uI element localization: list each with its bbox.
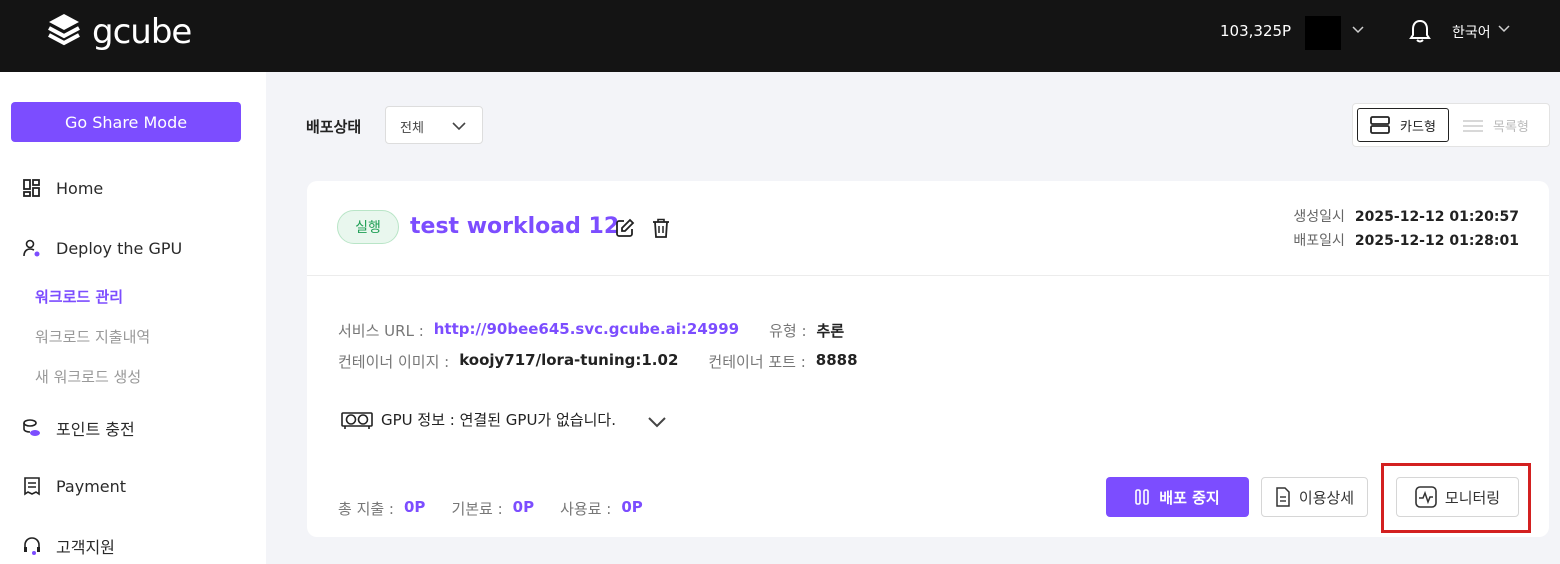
chevron-down-icon[interactable] (647, 413, 667, 432)
points-balance: 103,325P (1220, 22, 1292, 40)
created-value: 2025-12-12 01:20:57 (1354, 209, 1519, 225)
stop-deploy-button[interactable]: 배포 중지 (1106, 477, 1249, 517)
deployed-label: 배포일시 (1293, 233, 1345, 249)
gpu-info-text: GPU 정보 : 연결된 GPU가 없습니다. (381, 411, 616, 429)
container-port-label: 컨테이너 포트 : (708, 353, 806, 371)
container-info-row: 컨테이너 이미지 : koojy717/lora-tuning:1.02 컨테이… (338, 351, 858, 372)
trash-icon[interactable] (652, 218, 670, 242)
base-cost-label: 기본료 : (451, 500, 503, 518)
logo[interactable]: gcube (46, 12, 192, 52)
container-image-label: 컨테이너 이미지 : (338, 353, 450, 371)
sidebar-item-deploy-gpu[interactable]: Deploy the GPU (22, 238, 182, 258)
total-cost-label: 총 지출 : (338, 500, 394, 518)
grid-icon (23, 179, 40, 197)
list-view-label: 목록형 (1493, 120, 1529, 135)
headset-icon (24, 537, 40, 555)
chevron-down-icon[interactable] (1498, 22, 1510, 37)
monitoring-button[interactable]: 모니터링 (1396, 477, 1519, 517)
cost-summary: 총 지출 : 0P 기본료 : 0P 사용료 : 0P (338, 498, 669, 519)
user-gear-icon (23, 239, 40, 257)
gcube-logo-icon (48, 14, 80, 46)
stop-deploy-label: 배포 중지 (1159, 488, 1220, 507)
sidebar-item-label: Deploy the GPU (56, 238, 183, 258)
usage-cost-value: 0P (621, 498, 643, 516)
pause-icon (1135, 489, 1150, 505)
receipt-icon (24, 477, 40, 496)
gpu-card-icon (341, 411, 373, 429)
sidebar-subitem-workload-spending[interactable]: 워크로드 지출내역 (35, 326, 150, 347)
container-image-value: koojy717/lora-tuning:1.02 (459, 351, 679, 369)
document-icon (1276, 487, 1290, 507)
service-info-row: 서비스 URL : http://90bee645.svc.gcube.ai:2… (338, 320, 844, 341)
sidebar-item-label: Payment (56, 476, 127, 496)
deploy-status-value: 전체 (400, 121, 424, 136)
list-view-button[interactable]: 목록형 (1463, 116, 1529, 135)
sidebar: Go Share Mode Home Deploy the GPU 워크로드 관… (0, 72, 266, 564)
sidebar-item-home[interactable]: Home (22, 178, 103, 198)
sidebar-subitem-new-workload[interactable]: 새 워크로드 생성 (35, 366, 141, 387)
logo-text: gcube (92, 12, 192, 52)
deploy-status-select[interactable]: 전체 (385, 106, 483, 144)
status-badge: 실행 (337, 210, 399, 244)
sidebar-item-label: Home (56, 178, 104, 198)
workload-title[interactable]: test workload 12 (410, 214, 619, 239)
base-cost-value: 0P (512, 498, 535, 516)
type-label: 유형 : (769, 322, 807, 340)
card-view-button[interactable]: 카드형 (1357, 108, 1449, 142)
sidebar-item-label: 포인트 충전 (56, 420, 135, 439)
card-view-label: 카드형 (1400, 119, 1436, 135)
type-value: 추론 (816, 322, 845, 340)
service-url-label: 서비스 URL : (338, 322, 424, 340)
top-bar: gcube 103,325P 한국어 (0, 0, 1560, 72)
deploy-status-label: 배포상태 (306, 118, 362, 136)
chevron-down-icon (452, 118, 466, 137)
bell-icon[interactable] (1408, 18, 1432, 48)
usage-detail-button[interactable]: 이용상세 (1261, 477, 1368, 517)
chevron-down-icon[interactable] (1352, 22, 1364, 38)
monitor-pulse-icon (1415, 486, 1437, 508)
workload-card-header: 실행 test workload 12 생성일시 2025-12-12 01:20… (307, 181, 1549, 276)
sidebar-item-payment[interactable]: Payment (22, 476, 126, 496)
gpu-info: GPU 정보 : 연결된 GPU가 없습니다. (341, 409, 616, 430)
coins-icon (23, 419, 40, 436)
workload-card: 실행 test workload 12 생성일시 2025-12-12 01:20… (307, 181, 1549, 537)
sidebar-item-point-charge[interactable]: 포인트 충전 (22, 416, 135, 440)
view-toggle: 카드형 목록형 (1352, 103, 1550, 147)
sidebar-item-support[interactable]: 고객지원 (22, 534, 115, 558)
sidebar-subitem-workload-manage[interactable]: 워크로드 관리 (35, 286, 123, 307)
user-menu[interactable] (1305, 16, 1341, 50)
list-view-icon (1463, 119, 1483, 132)
created-label: 생성일시 (1293, 209, 1345, 225)
deployed-value: 2025-12-12 01:28:01 (1354, 233, 1519, 249)
workload-dates: 생성일시 2025-12-12 01:20:57 배포일시 2025-12-12 0… (1293, 205, 1519, 253)
usage-cost-label: 사용료 : (560, 500, 612, 518)
language-selector[interactable]: 한국어 (1452, 22, 1491, 42)
card-view-icon (1370, 116, 1390, 134)
service-url-link[interactable]: http://90bee645.svc.gcube.ai:24999 (434, 320, 739, 341)
total-cost-value: 0P (404, 498, 426, 516)
sidebar-item-label: 고객지원 (56, 538, 115, 557)
usage-detail-label: 이용상세 (1298, 488, 1355, 507)
container-port-value: 8888 (815, 351, 858, 369)
edit-icon[interactable] (615, 218, 635, 242)
go-share-mode-button[interactable]: Go Share Mode (11, 102, 241, 142)
monitoring-label: 모니터링 (1444, 488, 1501, 507)
